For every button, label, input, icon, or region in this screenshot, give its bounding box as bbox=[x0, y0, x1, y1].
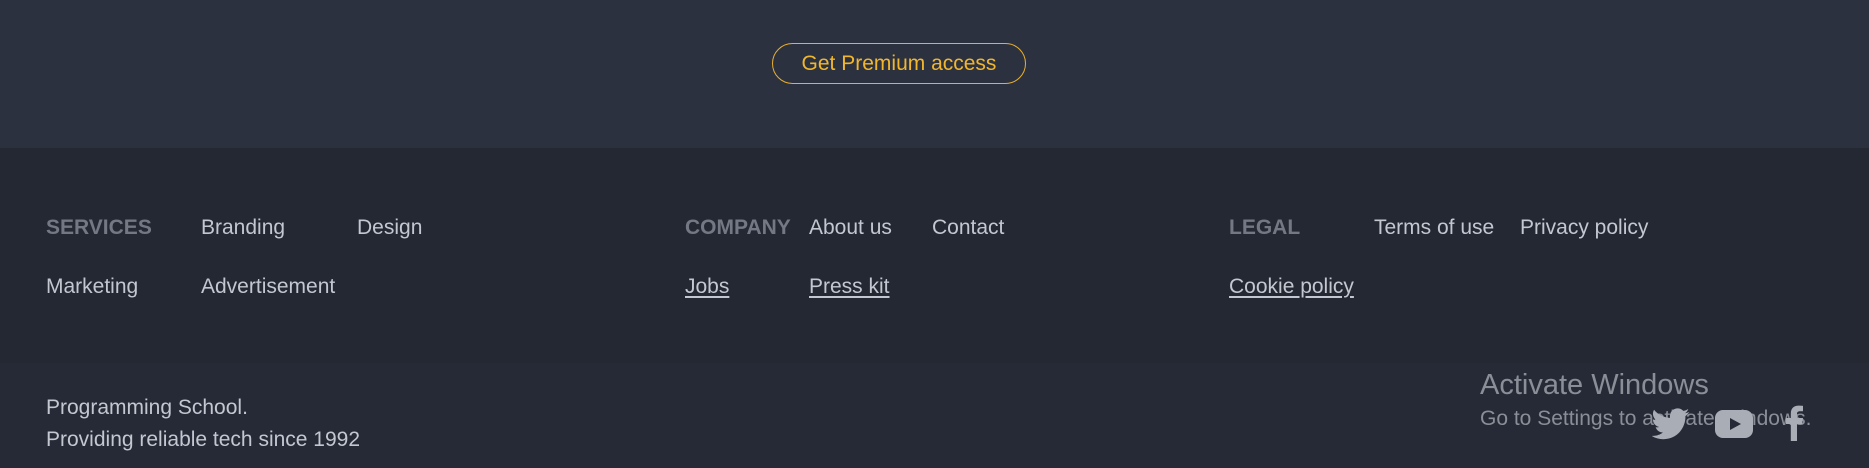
footer-link-branding[interactable]: Branding bbox=[201, 215, 285, 241]
legal-heading: LEGAL bbox=[1229, 216, 1301, 239]
activate-windows-subtitle: Go to Settings to activate Windows. bbox=[1480, 407, 1812, 430]
footer-link-advertisement[interactable]: Advertisement bbox=[201, 274, 335, 300]
footer-link-marketing[interactable]: Marketing bbox=[46, 274, 138, 300]
premium-cta-section: Get Premium access bbox=[0, 0, 1869, 148]
footer-link-privacy-policy[interactable]: Privacy policy bbox=[1520, 215, 1648, 241]
footer-nav bbox=[0, 148, 1869, 363]
footer-link-jobs[interactable]: Jobs bbox=[685, 274, 729, 300]
footer-link-cookie-policy[interactable]: Cookie policy bbox=[1229, 274, 1354, 300]
school-name: Programming School. bbox=[46, 396, 248, 419]
twitter-icon[interactable] bbox=[1652, 408, 1690, 440]
school-tagline: Providing reliable tech since 1992 bbox=[46, 428, 361, 451]
footer-link-contact[interactable]: Contact bbox=[932, 215, 1004, 241]
facebook-icon[interactable] bbox=[1786, 405, 1803, 441]
get-premium-button[interactable]: Get Premium access bbox=[772, 43, 1026, 84]
company-heading: COMPANY bbox=[685, 216, 791, 239]
services-heading: SERVICES bbox=[46, 216, 152, 239]
footer-link-about-us[interactable]: About us bbox=[809, 215, 892, 241]
footer-link-press-kit[interactable]: Press kit bbox=[809, 274, 890, 300]
youtube-icon[interactable] bbox=[1715, 410, 1753, 438]
footer-link-design[interactable]: Design bbox=[357, 215, 422, 241]
activate-windows-title: Activate Windows bbox=[1480, 369, 1709, 401]
footer-link-terms-of-use[interactable]: Terms of use bbox=[1374, 215, 1494, 241]
